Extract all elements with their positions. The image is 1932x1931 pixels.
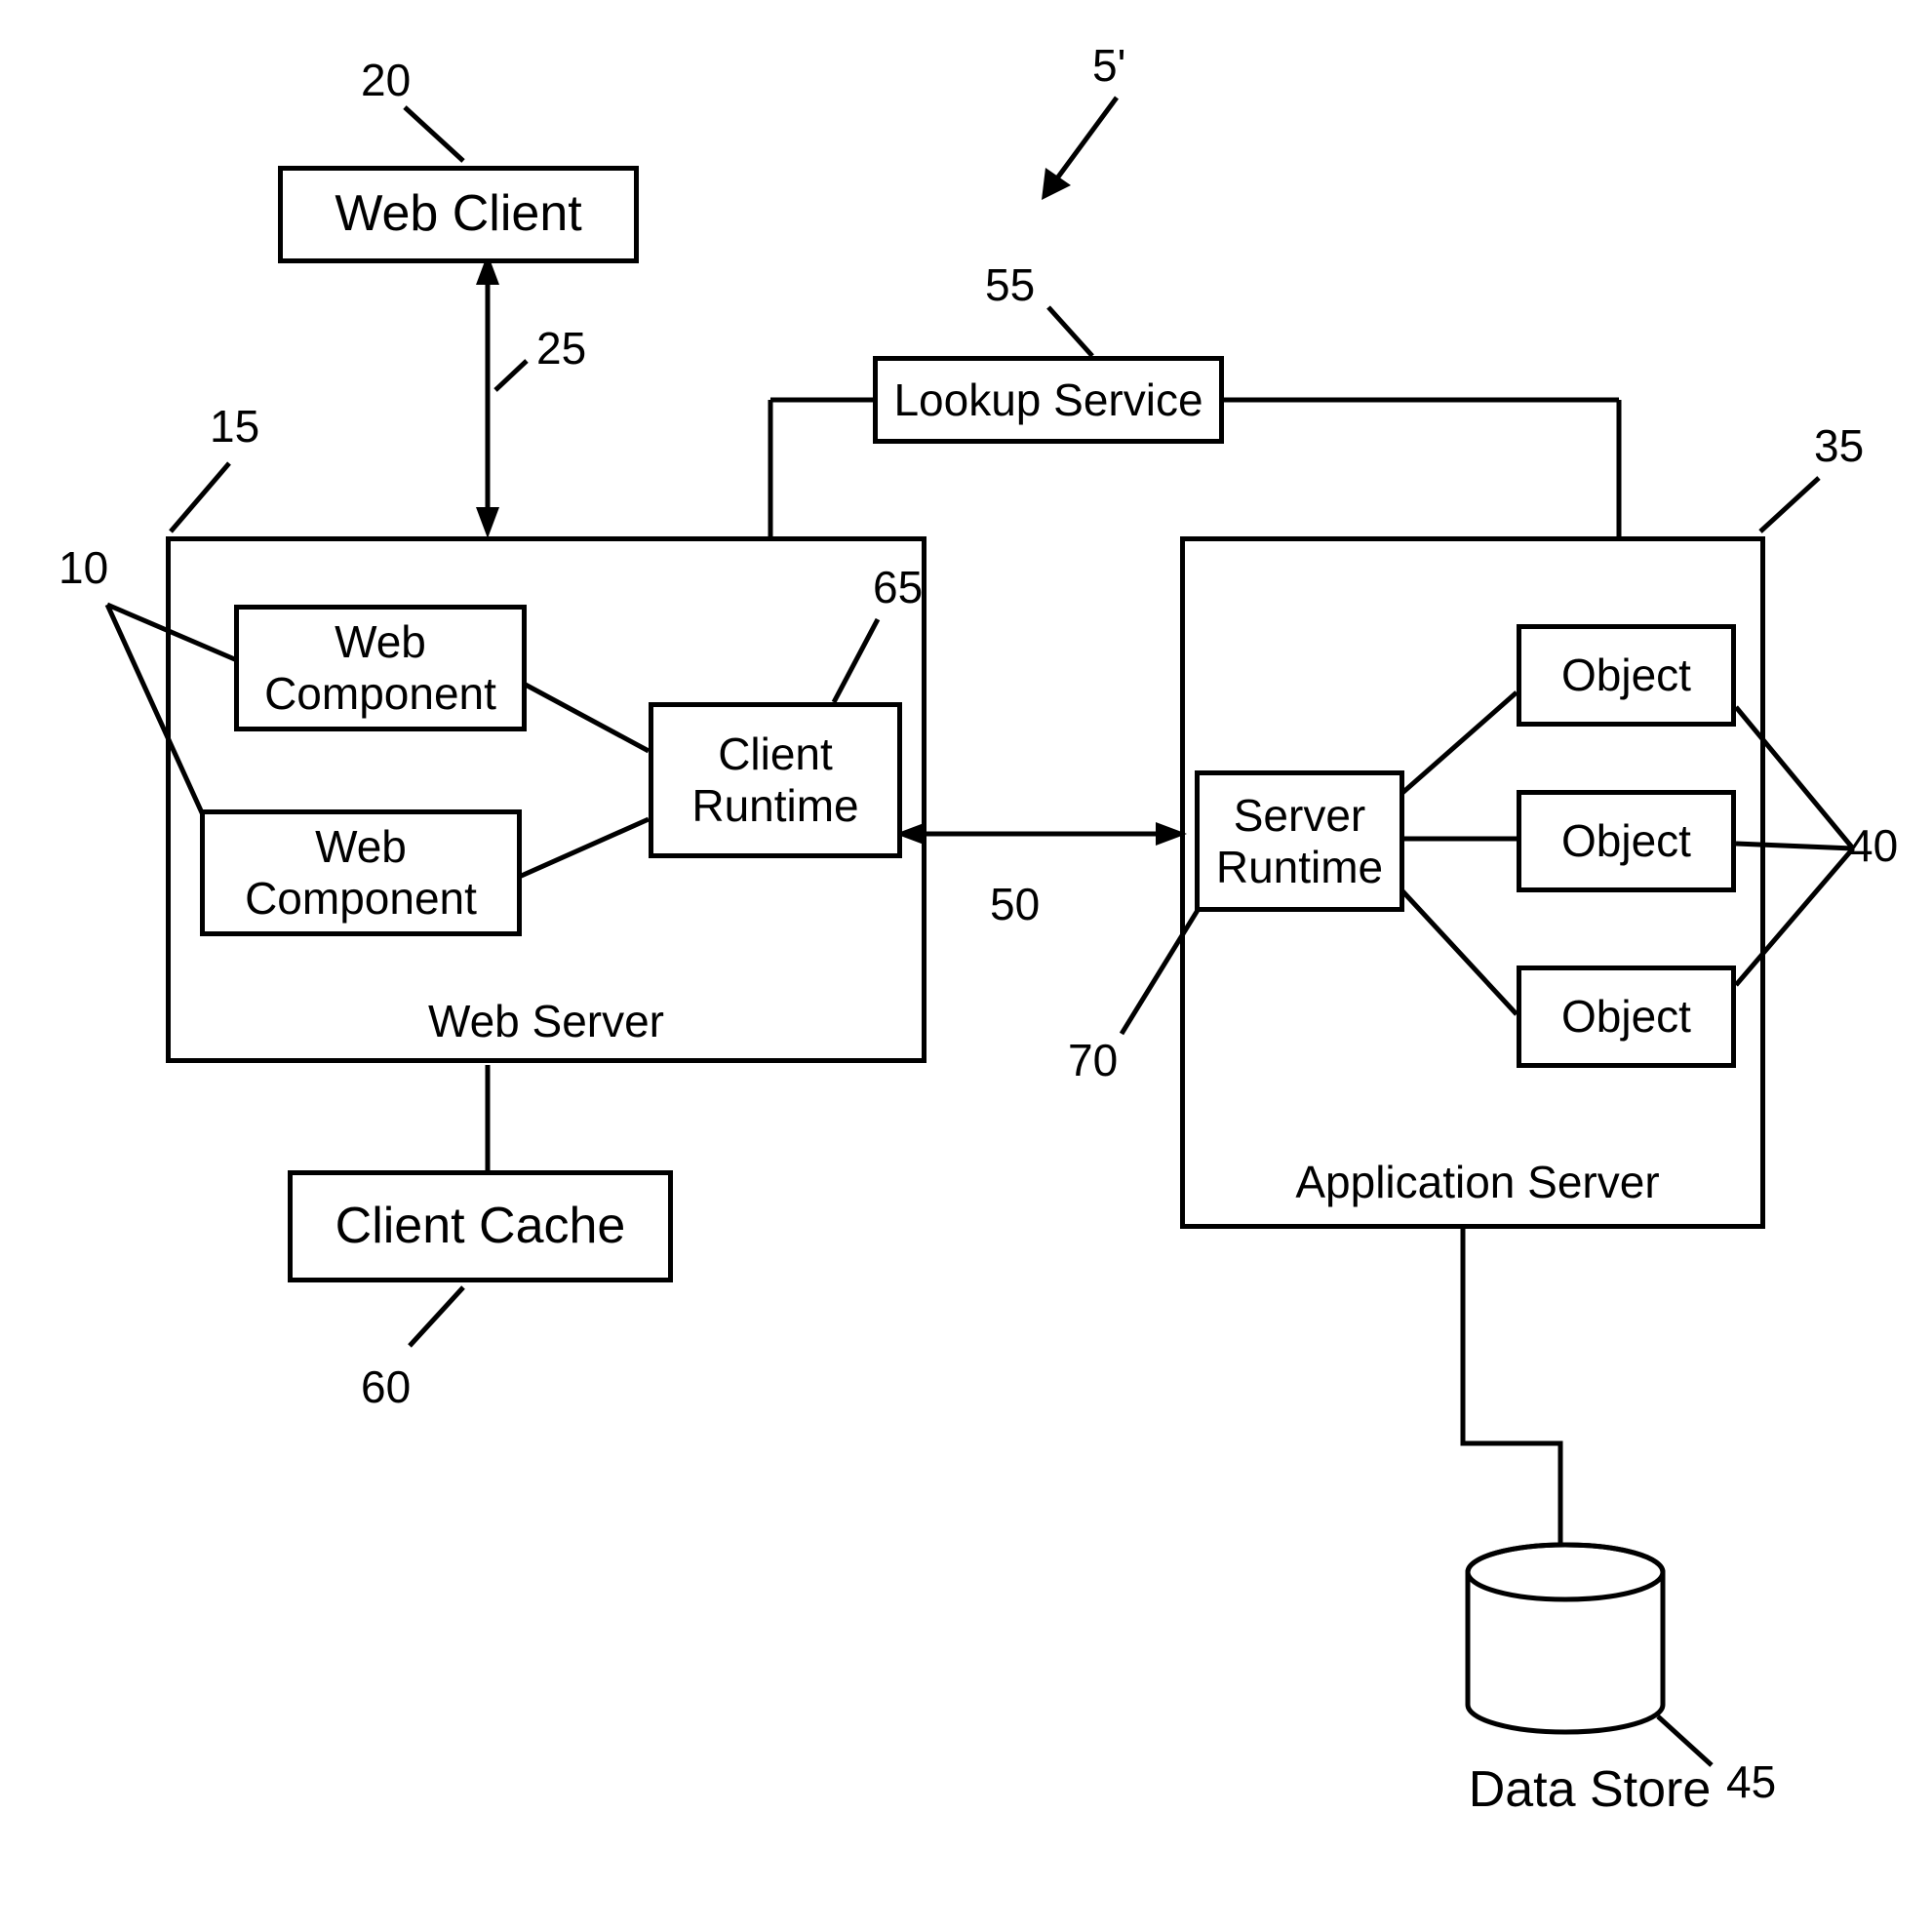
server-runtime-box: Server Runtime (1195, 770, 1404, 912)
ref-55: 55 (985, 258, 1035, 311)
ref-10: 10 (59, 541, 108, 594)
ref-50: 50 (990, 878, 1040, 930)
app-server-label: Application Server (1268, 1156, 1687, 1208)
web-component-1-box: Web Component (234, 605, 527, 731)
ref-45: 45 (1726, 1755, 1776, 1808)
ref-40: 40 (1848, 819, 1898, 872)
ref-25: 25 (536, 322, 586, 374)
ref-70: 70 (1068, 1034, 1118, 1086)
data-store-cylinder (1463, 1541, 1668, 1736)
client-runtime-box: Client Runtime (649, 702, 902, 858)
web-component-2-box: Web Component (200, 809, 522, 936)
ref-20: 20 (361, 54, 411, 106)
diagram-stage: Web Server Application Server Web Client… (0, 0, 1932, 1931)
ref-60: 60 (361, 1360, 411, 1413)
lookup-service-box: Lookup Service (873, 356, 1224, 444)
object-2-box: Object (1517, 790, 1736, 892)
object-3-box: Object (1517, 966, 1736, 1068)
ref-5p: 5' (1092, 39, 1125, 92)
ref-65: 65 (873, 561, 923, 613)
web-client-box: Web Client (278, 166, 639, 263)
object-1-box: Object (1517, 624, 1736, 727)
web-server-label: Web Server (390, 995, 702, 1047)
ref-15: 15 (210, 400, 259, 453)
client-cache-box: Client Cache (288, 1170, 673, 1282)
data-store-label: Data Store (1434, 1760, 1746, 1819)
ref-35: 35 (1814, 419, 1864, 472)
